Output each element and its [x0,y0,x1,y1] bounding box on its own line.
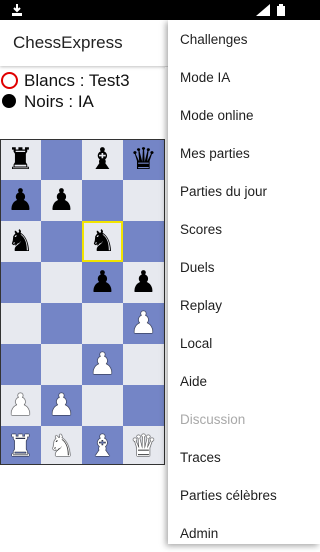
overflow-menu: Challenges Mode IA Mode online Mes parties P… [168,20,320,544]
board-square[interactable]: ♟ [41,385,82,426]
black-pawn-icon[interactable]: ♟ [7,185,34,216]
black-pawn-icon[interactable]: ♟ [89,267,116,298]
menu-item-traces[interactable]: Traces [168,438,320,476]
menu-item-replay[interactable]: Replay [168,286,320,324]
app-title: ChessExpress [13,33,123,52]
board-square[interactable]: ♟ [1,385,41,426]
signal-icon [256,4,270,16]
board-square[interactable] [123,221,164,262]
download-icon [12,4,22,16]
black-player-marker [2,94,16,108]
menu-item-mes-parties[interactable]: Mes parties [168,134,320,172]
board-square[interactable]: ♛ [123,140,164,180]
board-square[interactable]: ♜ [1,426,41,464]
black-rook-icon[interactable]: ♜ [7,144,34,175]
black-pawn-icon[interactable]: ♟ [48,185,75,216]
board-square[interactable]: ♟ [123,303,164,344]
menu-item-scores[interactable]: Scores [168,210,320,248]
black-knight-icon[interactable]: ♞ [7,226,34,257]
menu-item-admin[interactable]: Admin [168,514,320,552]
white-queen-icon[interactable]: ♛ [130,431,157,462]
board-square[interactable]: ♞ [1,221,41,262]
board-square[interactable] [41,344,82,385]
menu-item-mode-ia[interactable]: Mode IA [168,58,320,96]
white-pawn-icon[interactable]: ♟ [130,308,157,339]
board-square[interactable]: ♝ [82,140,123,180]
white-player-label: Blancs : Test3 [24,71,130,90]
board-square[interactable] [123,180,164,221]
menu-item-aide[interactable]: Aide [168,362,320,400]
white-player-marker [1,72,18,89]
black-queen-icon[interactable]: ♛ [130,144,157,175]
white-pawn-icon[interactable]: ♟ [48,390,75,421]
white-bishop-icon[interactable]: ♝ [89,431,116,462]
menu-item-discussion: Discussion [180,411,246,427]
status-bar [0,0,320,20]
black-knight-icon[interactable]: ♞ [89,226,116,257]
board-square[interactable] [41,221,82,262]
board-square[interactable]: ♟ [82,344,123,385]
board-square[interactable] [123,344,164,385]
board-square[interactable] [82,385,123,426]
white-rook-icon[interactable]: ♜ [7,431,34,462]
board-square[interactable]: ♝ [82,426,123,464]
menu-item-local[interactable]: Local [168,324,320,362]
board-square[interactable]: ♟ [82,262,123,303]
board-square[interactable] [82,180,123,221]
board-square[interactable]: ♟ [41,180,82,221]
chess-board[interactable]: ♜ ♝ ♛ ♟ ♟ ♞ ♞ ♟ ♟ ♟ ♟ ♟ ♟ ♜ ♞ ♝ ♛ [0,139,165,465]
menu-item-parties-celebres[interactable]: Parties célèbres [168,476,320,514]
menu-item-mode-online[interactable]: Mode online [168,96,320,134]
board-square[interactable]: ♛ [123,426,164,464]
board-square[interactable] [1,344,41,385]
black-player-label: Noirs : IA [24,92,94,111]
board-square[interactable] [1,303,41,344]
board-square[interactable] [41,262,82,303]
board-square[interactable]: ♟ [1,180,41,221]
white-knight-icon[interactable]: ♞ [48,431,75,462]
white-pawn-icon[interactable]: ♟ [89,349,116,380]
board-square[interactable] [41,303,82,344]
board-square[interactable] [41,140,82,180]
black-bishop-icon[interactable]: ♝ [89,144,116,175]
board-square[interactable]: ♜ [1,140,41,180]
board-square[interactable] [82,303,123,344]
board-square[interactable] [123,385,164,426]
white-pawn-icon[interactable]: ♟ [7,390,34,421]
menu-item-duels[interactable]: Duels [168,248,320,286]
black-pawn-icon[interactable]: ♟ [130,267,157,298]
board-square[interactable]: ♞ [41,426,82,464]
battery-icon [277,4,285,16]
menu-item-challenges[interactable]: Challenges [168,20,320,58]
board-square[interactable]: ♟ [123,262,164,303]
menu-item-parties-du-jour[interactable]: Parties du jour [168,172,320,210]
board-square[interactable]: ♞ [82,221,123,262]
board-square[interactable] [1,262,41,303]
